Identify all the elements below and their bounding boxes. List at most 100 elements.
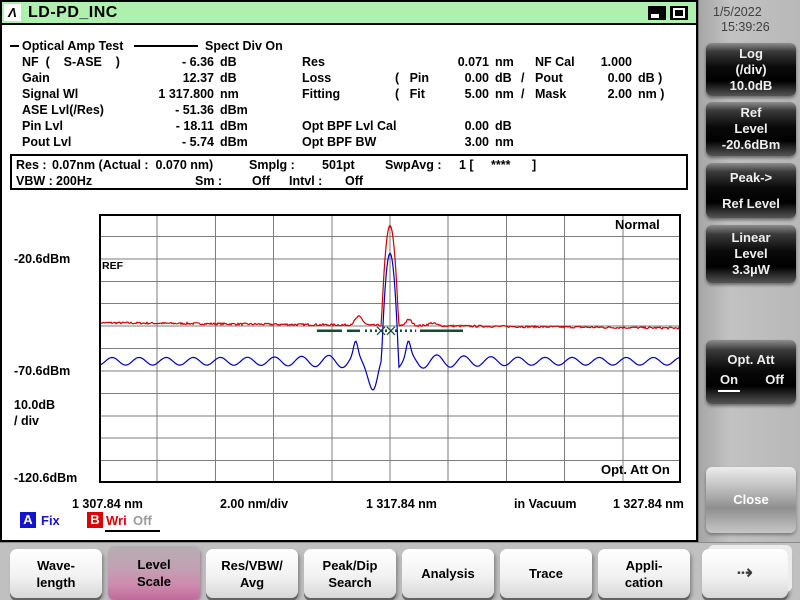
softkey-log-per-div[interactable]: Log (/div) 10.0dB [706, 43, 796, 96]
bottom-menu-bar: Wave- length Level Scale Res/VBW/ Avg Pe… [0, 542, 800, 600]
sweep-status-box: Res : 0.07nm (Actual : 0.070 nm) Smplg :… [10, 154, 688, 190]
ref-line-label: REF [102, 260, 123, 272]
date-text: 1/5/2022 [713, 5, 762, 19]
osa-screen: Wave- length Level Scale Res/VBW/ Avg Pe… [0, 0, 800, 600]
softkey-label: (/div) [735, 61, 767, 77]
status-value: ] [532, 158, 537, 172]
yaxis-bottom-level-label: -120.6dBm [14, 471, 78, 485]
param-unit: dB ) [638, 71, 663, 85]
param-value: 0.00 [607, 71, 632, 85]
menu-label: cation [624, 574, 664, 590]
param-value: 0.00 [464, 119, 489, 133]
softkey-label: Opt. Att [727, 352, 775, 367]
softkey-ref-level[interactable]: Ref Level -20.6dBm [706, 102, 796, 156]
param-label: NF Cal [535, 55, 575, 69]
param-row-bpf-bw: Opt BPF BW 3.00 nm [2, 135, 696, 151]
param-label: Mask [535, 87, 567, 101]
param-separator: / [521, 71, 525, 85]
spectrum-plot [98, 214, 682, 483]
status-value: **** [491, 158, 511, 172]
param-unit: nm ) [638, 87, 665, 101]
param-unit: nm [495, 135, 514, 149]
brand-logo-icon: Λ [4, 4, 21, 21]
menu-label: Search [328, 574, 372, 590]
param-row-res: Res 0.071 nm NF Cal 1.000 [2, 55, 696, 71]
softkey-opt-att[interactable]: Opt. Att On Off [706, 340, 796, 404]
xaxis-medium-label: in Vacuum [514, 497, 577, 511]
param-label: Loss [302, 71, 332, 85]
softkey-label: Ref Level [722, 195, 780, 211]
param-unit: dB [495, 71, 512, 85]
yaxis-scale-label: 10.0dB [14, 398, 55, 412]
menu-button-analysis[interactable]: Analysis [402, 549, 494, 598]
menu-button-application[interactable]: Appli- cation [598, 549, 690, 598]
opt-att-on-option[interactable]: On [718, 372, 741, 392]
menu-label: Trace [529, 566, 563, 581]
xaxis-end-label: 1 327.84 nm [613, 497, 684, 511]
param-label: Res [302, 55, 325, 69]
minimize-button[interactable] [648, 6, 666, 20]
opt-att-off-option[interactable]: Off [765, 372, 784, 392]
param-label: Opt BPF Lvl Cal [302, 119, 397, 133]
param-unit: dB [495, 119, 512, 133]
trace-mode-annotation: Normal [615, 217, 660, 232]
softkey-value: -20.6dBm [721, 137, 781, 152]
menu-label: Appli- [625, 557, 663, 573]
param-value: 3.00 [464, 135, 489, 149]
trace-a-badge: A [20, 512, 36, 528]
softkey-label: Level [734, 246, 768, 261]
menu-button-trace[interactable]: Trace [500, 549, 592, 598]
param-value: 1.000 [600, 55, 632, 69]
datetime-display: 1/5/2022 15:39:26 [713, 5, 770, 35]
param-unit: nm [495, 87, 514, 101]
trace-b-badge: B [87, 512, 103, 528]
status-value: Off [345, 174, 364, 188]
param-row-fitting: Fitting ( Fit 5.00 nm / Mask 2.00 nm ) [2, 87, 696, 103]
menu-button-more-pages[interactable]: ⇢ [702, 549, 788, 598]
param-unit: nm [495, 55, 514, 69]
trace-b-state: Off [133, 513, 152, 528]
section-rule [10, 45, 19, 47]
softkey-label: Peak-> [729, 169, 773, 185]
softkey-linear-level[interactable]: Linear Level 3.3µW [706, 225, 796, 283]
menu-label: Level [137, 557, 171, 572]
minimize-icon [651, 14, 659, 18]
param-row-loss: Loss ( Pin 0.00 dB / Pout 0.00 dB ) [2, 71, 696, 87]
main-window: Λ LD-PD_INC Optical Amp Test Spect Div O… [0, 0, 698, 542]
softkey-value: 3.3µW [732, 262, 770, 277]
yaxis-scale-label: / div [14, 414, 40, 428]
param-value: 2.00 [607, 87, 632, 101]
param-row-bpf-cal: Opt BPF Lvl Cal 0.00 dB [2, 119, 696, 135]
softkey-label: Ref [740, 105, 762, 120]
menu-label: length [36, 574, 76, 590]
status-label: Sm : [195, 174, 223, 188]
menu-button-wavelength[interactable]: Wave- length [10, 549, 102, 598]
softkey-close[interactable]: Close [706, 467, 796, 533]
menu-button-level-scale[interactable]: Level Scale [108, 546, 200, 600]
status-label: Smplg : [249, 158, 295, 172]
trace-b-underline [105, 530, 160, 532]
maximize-button[interactable] [670, 6, 688, 20]
param-value: 0.071 [457, 55, 489, 69]
softkey-panel: 1/5/2022 15:39:26 Log (/div) 10.0dB Ref … [698, 0, 800, 542]
menu-button-peak-dip-search[interactable]: Peak/Dip Search [304, 549, 396, 598]
softkey-value: 10.0dB [729, 77, 773, 93]
xaxis-center-label: 1 317.84 nm [366, 497, 437, 511]
trace-a-mode: Fix [41, 513, 60, 528]
status-label: VBW : [16, 174, 53, 188]
param-label: ( Pin [395, 71, 430, 85]
param-separator: / [521, 87, 525, 101]
time-text: 15:39:26 [721, 20, 770, 34]
softkey-label: Level [734, 121, 768, 136]
menu-button-res-vbw-avg[interactable]: Res/VBW/ Avg [206, 549, 298, 598]
softkey-peak-to-ref-level[interactable]: Peak-> Ref Level [706, 163, 796, 218]
meas-label: ASE Lvl(/Res) [22, 103, 104, 117]
status-value: 0.07nm (Actual : 0.070 nm) [52, 158, 214, 172]
spect-div-status: Spect Div On [205, 39, 283, 53]
status-label: Res : [16, 158, 47, 172]
meas-value: - 51.36 [175, 103, 214, 117]
menu-label: Avg [239, 574, 265, 590]
param-label: ( Fit [395, 87, 425, 101]
section-title: Optical Amp Test [22, 39, 124, 53]
param-label: Pout [535, 71, 563, 85]
